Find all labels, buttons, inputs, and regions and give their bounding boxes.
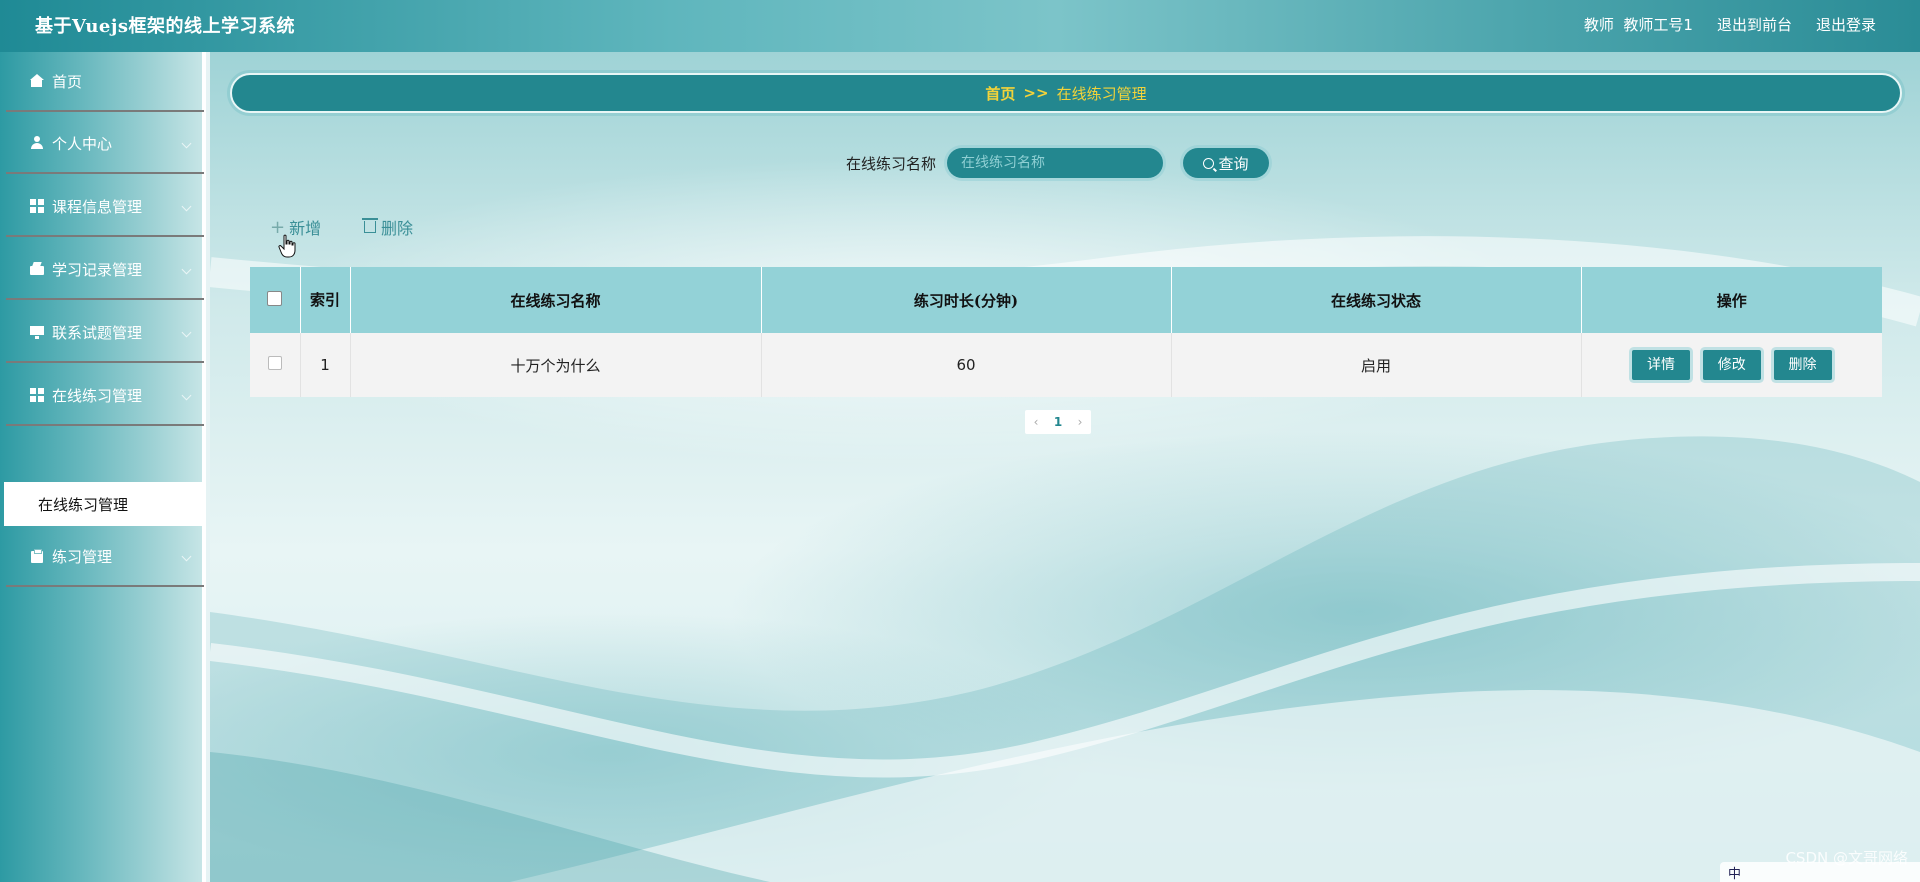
pagination: ‹ 1 ›: [1025, 410, 1091, 434]
breadcrumb: 首页 >> 在线练习管理: [230, 73, 1902, 113]
breadcrumb-home[interactable]: 首页: [985, 83, 1015, 104]
hand-cursor-icon: [278, 234, 296, 258]
row-name: 十万个为什么: [350, 333, 762, 397]
select-all-checkbox[interactable]: [267, 290, 283, 306]
current-user-label: 教师 教师工号1: [1583, 16, 1693, 34]
query-button[interactable]: 查询: [1183, 148, 1269, 178]
back-to-front-link[interactable]: 退出到前台: [1717, 14, 1792, 35]
sidebar-item-label: 首页: [52, 72, 83, 91]
sidebar-item-label: 个人中心: [52, 134, 113, 153]
sidebar-subitem-online-practice-mgmt[interactable]: 在线练习管理: [4, 482, 206, 526]
col-ops-header: 操作: [1581, 267, 1882, 333]
sidebar-item-label: 课程信息管理: [52, 197, 143, 216]
row-checkbox[interactable]: [267, 356, 282, 370]
monitor-icon: [30, 325, 44, 339]
book-icon: [30, 262, 44, 276]
batch-delete-button[interactable]: 删除: [362, 215, 414, 239]
app-title: 基于Vuejs框架的线上学习系统: [35, 16, 295, 37]
ime-mode-label[interactable]: 中: [1728, 863, 1741, 882]
main-content: 首页 >> 在线练习管理 在线练习名称 查询 + 新增 删除 索引 在线练习名称…: [210, 52, 1920, 882]
grid-icon: [30, 199, 44, 213]
page-number[interactable]: 1: [1047, 415, 1069, 429]
query-button-label: 查询: [1218, 154, 1249, 173]
chevron-down-icon: [181, 327, 192, 338]
sidebar-item-home[interactable]: 首页: [6, 52, 204, 112]
sidebar-item-personal-center[interactable]: 个人中心: [6, 114, 204, 174]
row-duration: 60: [761, 333, 1172, 397]
ime-tray: 中: [1720, 862, 1920, 882]
user-icon: [30, 136, 44, 150]
search-input[interactable]: [947, 148, 1163, 178]
sidebar-item-label: 在线练习管理: [52, 386, 143, 405]
row-status: 启用: [1171, 333, 1582, 397]
sidebar-item-course-info[interactable]: 课程信息管理: [6, 177, 204, 237]
table-row: 1 十万个为什么 60 启用 详情 修改 删除: [250, 333, 1882, 397]
sidebar-item-online-practice[interactable]: 在线练习管理: [6, 366, 204, 426]
chevron-down-icon: [181, 551, 192, 562]
chevron-down-icon: [181, 201, 192, 212]
sidebar-item-questions[interactable]: 联系试题管理: [6, 303, 204, 363]
col-name-header: 在线练习名称: [350, 267, 762, 333]
clipboard-icon: [30, 549, 44, 563]
row-actions: 详情 修改 删除: [1581, 333, 1882, 397]
col-duration-header: 练习时长(分钟): [761, 267, 1172, 333]
top-header: 基于Vuejs框架的线上学习系统 教师 教师工号1 退出到前台 退出登录: [0, 0, 1920, 52]
trash-icon: [362, 218, 378, 233]
breadcrumb-current: 在线练习管理: [1056, 84, 1147, 103]
batch-delete-label: 删除: [381, 219, 414, 238]
row-delete-button[interactable]: 删除: [1773, 350, 1832, 380]
detail-button[interactable]: 详情: [1631, 350, 1690, 380]
row-index: 1: [300, 333, 351, 397]
row-checkbox-cell: [250, 333, 301, 397]
chevron-down-icon: [181, 138, 192, 149]
col-status-header: 在线练习状态: [1171, 267, 1582, 333]
table-header-row: 索引 在线练习名称 练习时长(分钟) 在线练习状态 操作: [250, 267, 1882, 333]
sidebar-item-label: 练习管理: [52, 547, 113, 566]
home-icon: [30, 74, 44, 88]
header-right-links: 教师 教师工号1 退出到前台 退出登录: [1584, 14, 1876, 35]
search-label: 在线练习名称: [846, 155, 937, 173]
chevron-up-icon: [181, 390, 192, 401]
edit-button[interactable]: 修改: [1702, 350, 1761, 380]
sidebar-item-label: 联系试题管理: [52, 323, 143, 342]
next-page-button[interactable]: ›: [1069, 415, 1091, 429]
breadcrumb-separator: >>: [1023, 84, 1049, 102]
grid-icon: [30, 388, 44, 402]
sidebar-item-label: 学习记录管理: [52, 260, 143, 279]
select-all-cell: [250, 267, 301, 333]
chevron-down-icon: [181, 264, 192, 275]
sidebar-item-practice-mgmt[interactable]: 练习管理: [6, 527, 204, 587]
col-index-header: 索引: [300, 267, 351, 333]
logout-link[interactable]: 退出登录: [1816, 14, 1876, 35]
practice-table: 索引 在线练习名称 练习时长(分钟) 在线练习状态 操作 1 十万个为什么 60…: [250, 267, 1882, 397]
prev-page-button[interactable]: ‹: [1025, 415, 1047, 429]
sidebar: 首页 个人中心 课程信息管理 学习记录管理 联系试题管理 在线练习管理 在线练习…: [0, 52, 206, 882]
sidebar-item-study-record[interactable]: 学习记录管理: [6, 240, 204, 300]
search-icon: [1203, 157, 1215, 169]
